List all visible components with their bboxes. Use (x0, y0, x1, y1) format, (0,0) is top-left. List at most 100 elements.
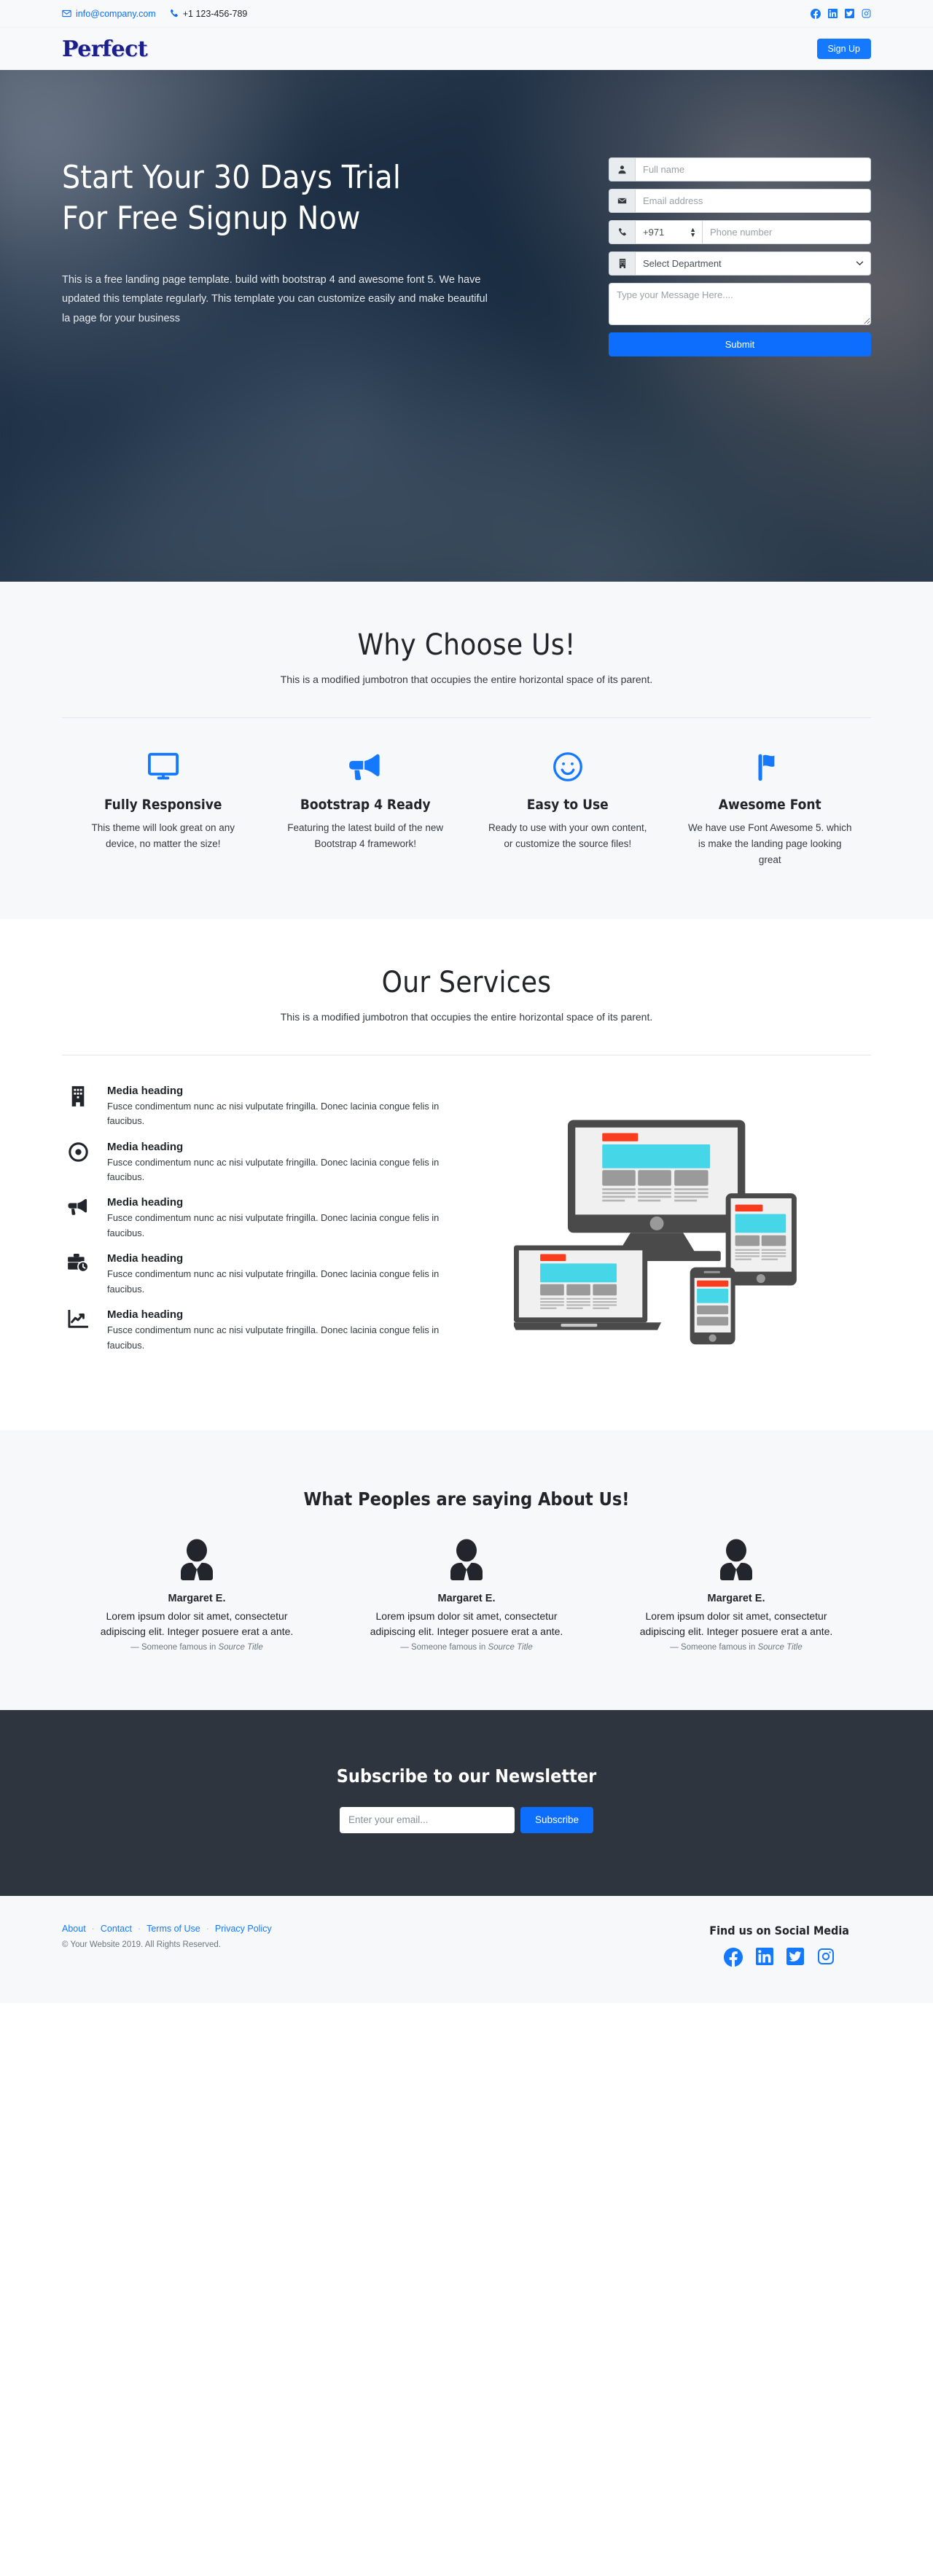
footer-social-title: Find us on Social Media (709, 1923, 849, 1937)
email-text: info@company.com (76, 8, 156, 19)
business-time-icon (62, 1252, 94, 1297)
main-navbar: Perfect Sign Up (0, 28, 933, 70)
media-text: Fusce condimentum nunc ac nisi vulputate… (107, 1324, 440, 1351)
services-title: Our Services (381, 965, 552, 999)
testimonials-row: Margaret E. Lorem ipsum dolor sit amet, … (62, 1510, 871, 1710)
user-tie-icon (628, 1539, 845, 1584)
media-heading: Media heading (107, 1308, 184, 1322)
separator: · (137, 1923, 141, 1934)
separator: · (206, 1923, 209, 1934)
footer-link-about[interactable]: About (62, 1924, 86, 1934)
hero-title: Start Your 30 Days Trial For Free Signup… (62, 157, 492, 240)
testimonial-cite: — Someone famous in Source Title (88, 1643, 305, 1652)
bullseye-icon (62, 1141, 94, 1185)
testimonials-section: What Peoples are saying About Us! Margar… (0, 1429, 933, 1710)
email-input[interactable] (635, 189, 871, 213)
media-heading: Media heading (107, 1140, 184, 1153)
media-heading: Media heading (107, 1252, 184, 1265)
fullname-input[interactable] (635, 157, 871, 182)
signup-button[interactable]: Sign Up (816, 39, 871, 59)
twitter-icon[interactable] (786, 1947, 805, 1967)
twitter-icon[interactable] (845, 9, 854, 18)
department-select-wrapper: Select DepartmentSalesSupportMarketing (635, 251, 871, 276)
media-text: Fusce condimentum nunc ac nisi vulputate… (107, 1100, 440, 1127)
footer-link-contact[interactable]: Contact (101, 1924, 132, 1934)
cite-prefix: — Someone famous in (400, 1642, 488, 1652)
department-field-group: Select DepartmentSalesSupportMarketing (609, 251, 871, 276)
email-link[interactable]: info@company.com (62, 9, 156, 19)
newsletter-title: Subscribe to our Newsletter (336, 1765, 597, 1787)
media-heading: Media heading (107, 1084, 184, 1097)
list-item: Media heading Fusce condimentum nunc ac … (62, 1141, 456, 1185)
cite-prefix: — Someone famous in (670, 1642, 758, 1652)
country-code-input[interactable] (635, 220, 702, 244)
services-section: Our Services This is a modified jumbotro… (0, 918, 933, 1430)
footer-link-terms[interactable]: Terms of Use (147, 1924, 200, 1934)
user-icon (609, 157, 635, 182)
email-field-group (609, 189, 871, 213)
instagram-icon[interactable] (862, 9, 871, 18)
phone-icon (609, 220, 635, 244)
hero-title-line-1: Start Your 30 Days Trial (62, 159, 402, 196)
list-item: Media heading Fusce condimentum nunc ac … (62, 1308, 456, 1353)
phone-link[interactable]: +1 123-456-789 (169, 9, 247, 19)
testimonial-cite: — Someone famous in Source Title (628, 1643, 845, 1652)
feature-card: Bootstrap 4 Ready Featuring the latest b… (265, 752, 467, 868)
chart-line-icon (62, 1308, 94, 1353)
user-tie-icon (88, 1539, 305, 1584)
cite-prefix: — Someone famous in (130, 1642, 219, 1652)
phone-input[interactable] (702, 220, 871, 244)
bullhorn-icon (282, 752, 450, 782)
facebook-icon[interactable] (811, 8, 821, 19)
media-text: Fusce condimentum nunc ac nisi vulputate… (107, 1268, 440, 1295)
footer-social-links (709, 1947, 849, 1967)
subscribe-button[interactable]: Subscribe (520, 1806, 594, 1833)
copyright-text: © Your Website 2019. All Rights Reserved… (62, 1940, 221, 1949)
testimonial-quote: Lorem ipsum dolor sit amet, consectetur … (639, 1609, 833, 1638)
media-heading: Media heading (107, 1196, 184, 1209)
footer-link-privacy[interactable]: Privacy Policy (215, 1924, 272, 1934)
newsletter-section: Subscribe to our Newsletter Subscribe (0, 1709, 933, 1896)
submit-button[interactable]: Submit (609, 332, 871, 356)
topbar-contact-group: info@company.com +1 123-456-789 (62, 9, 247, 19)
testimonial-card: Margaret E. Lorem ipsum dolor sit amet, … (601, 1539, 871, 1652)
department-select[interactable]: Select DepartmentSalesSupportMarketing (635, 251, 871, 276)
feature-card: Awesome Font We have use Font Awesome 5.… (669, 752, 872, 868)
testimonial-name: Margaret E. (437, 1592, 496, 1604)
footer-left: About · Contact · Terms of Use · Privacy… (62, 1924, 272, 1949)
signup-form: ▲▼ Select DepartmentSalesSupportMarketin… (609, 157, 871, 356)
flag-icon (687, 752, 854, 782)
feature-text: This theme will look great on any device… (91, 822, 235, 849)
topbar-social-group (811, 8, 871, 19)
linkedin-icon[interactable] (828, 9, 838, 18)
feature-card: Easy to Use Ready to use with your own c… (466, 752, 669, 868)
newsletter-form: Subscribe (62, 1806, 871, 1833)
feature-text: We have use Font Awesome 5. which is mak… (687, 822, 852, 865)
linkedin-icon[interactable] (756, 1947, 774, 1967)
hero-section: Start Your 30 Days Trial For Free Signup… (0, 70, 933, 582)
feature-title: Bootstrap 4 Ready (300, 797, 431, 813)
why-choose-us-section: Why Choose Us! This is a modified jumbot… (0, 582, 933, 919)
newsletter-email-input[interactable] (339, 1806, 515, 1833)
message-textarea[interactable] (609, 283, 871, 325)
cite-source: Source Title (218, 1642, 263, 1652)
phone-icon (169, 9, 179, 18)
testimonials-title: What Peoples are saying About Us! (303, 1488, 630, 1510)
country-code-wrapper: ▲▼ (635, 220, 702, 244)
services-list: Media heading Fusce condimentum nunc ac … (62, 1085, 470, 1376)
testimonial-quote: Lorem ipsum dolor sit amet, consectetur … (100, 1609, 294, 1638)
responsive-devices-illustration (470, 1085, 871, 1376)
media-text: Fusce condimentum nunc ac nisi vulputate… (107, 1212, 440, 1238)
list-item: Media heading Fusce condimentum nunc ac … (62, 1085, 456, 1129)
top-contact-bar: info@company.com +1 123-456-789 (0, 0, 933, 28)
hero-title-line-2: For Free Signup Now (62, 200, 361, 238)
list-item: Media heading Fusce condimentum nunc ac … (62, 1252, 456, 1297)
cite-source: Source Title (488, 1642, 533, 1652)
building-icon (62, 1085, 94, 1129)
instagram-icon[interactable] (817, 1948, 835, 1967)
brand-logo[interactable]: Perfect (62, 36, 148, 62)
facebook-icon[interactable] (724, 1947, 743, 1967)
building-icon (609, 251, 635, 276)
testimonial-name: Margaret E. (707, 1592, 765, 1604)
footer-links: About · Contact · Terms of Use · Privacy… (62, 1924, 272, 1934)
